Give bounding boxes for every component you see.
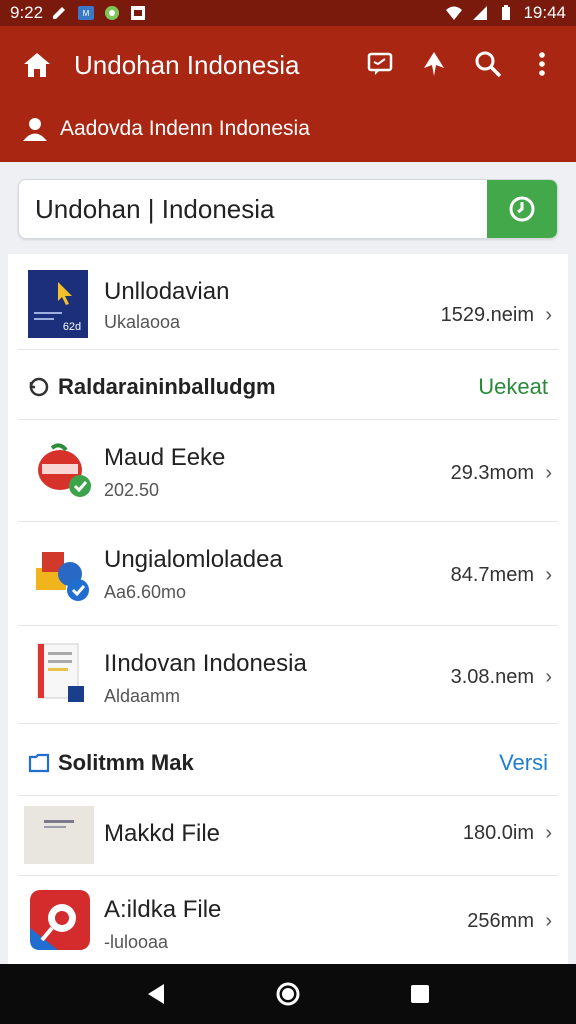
section-header: Raldaraininballudgm Uekeat bbox=[18, 350, 558, 420]
app-title: Undohan Indonesia bbox=[74, 50, 300, 80]
item-name: Ungialomloladea bbox=[104, 546, 283, 573]
section-title: Solitmm Mak bbox=[58, 750, 194, 775]
battery-icon bbox=[502, 5, 511, 20]
section-link[interactable]: Uekeat bbox=[478, 374, 548, 400]
svg-text:62d: 62d bbox=[63, 321, 81, 333]
item-size: 3.08.nem bbox=[450, 666, 534, 688]
item-sub: Aldaamm bbox=[104, 686, 181, 706]
document-thumbnail: 62d bbox=[28, 270, 88, 338]
edit-icon bbox=[53, 7, 66, 19]
search-bar bbox=[18, 179, 558, 239]
home-icon[interactable] bbox=[22, 50, 52, 80]
app-file-icon bbox=[30, 890, 90, 950]
item-size: 1529.neim bbox=[440, 304, 534, 326]
account-subtitle[interactable]: Aadovda Indenn Indonesia bbox=[60, 117, 310, 141]
apple-app-icon bbox=[38, 443, 91, 497]
chevron-right-icon: › bbox=[545, 304, 552, 326]
content-list: 62d Unllodavian Ukalaooa 1529.neim › Ral… bbox=[8, 254, 568, 964]
list-item[interactable]: Ungialomloladea Aa6.60mo 84.7mem › bbox=[18, 522, 558, 626]
item-name: Maud Eeke bbox=[104, 444, 226, 471]
app-bar: Undohan Indonesia Aadovda Indenn Indones… bbox=[0, 26, 576, 162]
chevron-right-icon: › bbox=[545, 910, 552, 932]
clock-icon bbox=[509, 196, 535, 222]
item-sub: Ukalaooa bbox=[104, 312, 181, 332]
item-sub: 202.50 bbox=[104, 480, 160, 500]
item-sub: -lulooaa bbox=[104, 932, 169, 952]
recents-icon[interactable] bbox=[400, 974, 440, 1014]
chevron-right-icon: › bbox=[545, 666, 552, 688]
file-thumbnail bbox=[24, 806, 94, 864]
home-nav-icon[interactable] bbox=[268, 974, 308, 1014]
item-name: IIndovan Indonesia bbox=[104, 650, 307, 677]
search-icon[interactable] bbox=[472, 48, 504, 80]
shapes-app-icon bbox=[36, 552, 89, 601]
item-name: Unllodavian bbox=[104, 278, 230, 305]
item-size: 84.7mem bbox=[450, 564, 534, 586]
signal-icon bbox=[473, 6, 488, 20]
more-vert-icon[interactable] bbox=[526, 48, 558, 80]
list-item[interactable]: Maud Eeke 202.50 29.3mom › bbox=[18, 420, 558, 522]
document-app-icon bbox=[37, 643, 84, 702]
item-sub: Aa6.60mo bbox=[104, 582, 187, 602]
chevron-right-icon: › bbox=[545, 564, 552, 586]
svg-text:M: M bbox=[83, 9, 90, 18]
list-item[interactable]: Makkd File 180.0im › bbox=[18, 796, 558, 876]
item-size: 256mm bbox=[467, 910, 534, 932]
back-icon[interactable] bbox=[136, 974, 176, 1014]
history-icon bbox=[29, 377, 49, 397]
wifi-icon bbox=[446, 6, 463, 20]
section-title: Raldaraininballudgm bbox=[58, 374, 276, 399]
pin-icon[interactable] bbox=[418, 48, 450, 80]
section-header: Solitmm Mak Versi bbox=[18, 724, 558, 796]
image-icon bbox=[131, 6, 146, 20]
app-icon: M bbox=[78, 6, 95, 20]
list-item[interactable]: IIndovan Indonesia Aldaamm 3.08.nem › bbox=[18, 626, 558, 724]
list-item[interactable]: A:ildka File -lulooaa 256mm › bbox=[18, 876, 558, 964]
folder-icon bbox=[28, 753, 50, 773]
item-name: Makkd File bbox=[104, 820, 221, 847]
chevron-right-icon: › bbox=[545, 462, 552, 484]
navigation-bar bbox=[0, 964, 576, 1024]
status-time-right: 19:44 bbox=[523, 3, 566, 22]
user-icon bbox=[23, 118, 47, 141]
status-time: 9:22 bbox=[10, 3, 44, 22]
search-input[interactable] bbox=[19, 180, 487, 238]
section-link[interactable]: Versi bbox=[499, 750, 548, 776]
item-name: A:ildka File bbox=[104, 896, 222, 923]
chevron-right-icon: › bbox=[545, 822, 552, 844]
item-size: 29.3mom bbox=[450, 462, 534, 484]
chat-icon[interactable] bbox=[364, 48, 396, 80]
search-button[interactable] bbox=[487, 180, 557, 238]
android-icon bbox=[105, 6, 120, 20]
item-size: 180.0im bbox=[462, 822, 534, 844]
list-item[interactable]: 62d Unllodavian Ukalaooa 1529.neim › bbox=[18, 254, 558, 350]
status-bar: 9:22 M 19:44 bbox=[0, 0, 576, 26]
